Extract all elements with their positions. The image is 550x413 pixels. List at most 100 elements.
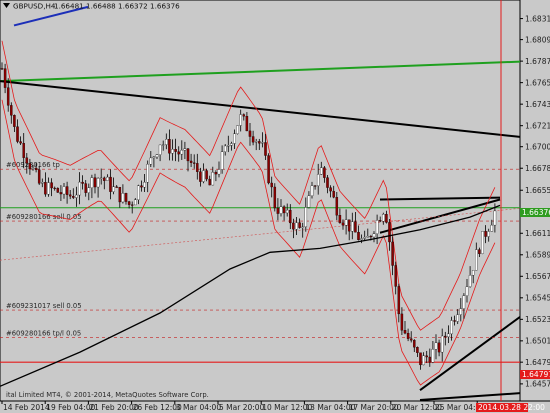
candle-bull <box>165 139 168 145</box>
candle-bear <box>413 340 416 348</box>
candle-bull <box>316 174 320 187</box>
candle-bull <box>158 144 162 155</box>
candle-bear <box>103 177 106 181</box>
price-chart[interactable]: #609280166 sell 0.05#609231017 sell 0.05… <box>0 0 550 413</box>
candle-bull <box>223 145 227 152</box>
price-tick-label: 1.68310 <box>525 14 550 23</box>
candle-bear <box>189 160 193 163</box>
candle-bull <box>47 182 50 195</box>
candle-bear <box>391 241 394 266</box>
candle-bear <box>335 197 339 216</box>
candle-bear <box>332 190 335 198</box>
price-tick-label: 1.66115 <box>525 229 550 238</box>
candle-bear <box>56 188 60 193</box>
moving-average-line <box>0 204 501 387</box>
candle-bear <box>28 163 32 170</box>
candle-bear <box>81 181 84 184</box>
candle-bear <box>298 222 301 228</box>
candle-bear <box>34 167 38 170</box>
candle-bear <box>3 68 7 88</box>
candle-bull <box>152 156 156 159</box>
candle-bear <box>388 222 391 243</box>
candle-bear <box>93 177 97 188</box>
candle-bear <box>245 116 249 132</box>
candle-bull <box>112 186 115 192</box>
candle-bull <box>99 177 103 179</box>
candle-bear <box>400 313 404 331</box>
time-tick-label: 21 Feb 20:00 <box>89 403 138 412</box>
candle-bear <box>273 186 277 209</box>
candle-bear <box>329 187 332 192</box>
candle-bear <box>403 330 407 334</box>
candle-bull <box>239 114 242 126</box>
candle-bull <box>471 270 475 276</box>
candle-bull <box>304 207 308 228</box>
price-tick-label: 1.68095 <box>525 35 550 44</box>
candle-bear <box>53 187 56 189</box>
candle-bear <box>267 155 270 184</box>
candle-bear <box>109 176 112 192</box>
trendline-black-descending <box>0 80 521 138</box>
candle-bear <box>385 214 388 223</box>
candle-bull <box>447 333 450 338</box>
candle-bear <box>205 170 208 180</box>
candle-bear <box>196 163 199 172</box>
candle-bull <box>211 172 215 186</box>
candle-bull <box>121 193 125 203</box>
candle-bear <box>208 178 211 186</box>
time-tick-label: 14 Feb 2014 <box>3 403 50 412</box>
candle-bull <box>295 222 298 230</box>
price-tick-label: 1.67435 <box>525 100 550 109</box>
candle-bear <box>248 130 252 137</box>
candle-bull <box>230 143 233 146</box>
candle-bull <box>307 195 311 208</box>
candle-bull <box>279 206 283 214</box>
candle-bear <box>338 215 342 223</box>
candle-bear <box>419 352 422 366</box>
candle-bear <box>44 182 47 195</box>
candle-bull <box>375 220 379 234</box>
chart-window[interactable]: #609280166 sell 0.05 #609231017 sell 0.05… <box>0 0 550 413</box>
candle-bear <box>453 320 456 322</box>
candle-bear <box>59 192 63 195</box>
candle-bear <box>347 219 351 232</box>
candle-bear <box>276 207 280 214</box>
vertical-line-time-badge: 2014.03.28 22:00 <box>476 403 545 412</box>
candle-bear <box>251 136 255 143</box>
candle-bear <box>264 142 267 156</box>
candle-bull <box>382 214 385 222</box>
candle-bull <box>493 210 497 226</box>
candle-bear <box>192 162 196 164</box>
channel-top-line <box>379 196 501 201</box>
price-tick-label: 1.65675 <box>525 272 550 281</box>
candle-bear <box>425 355 428 358</box>
price-tick-label: 1.67875 <box>525 57 550 66</box>
candle-bear <box>416 347 419 353</box>
candle-bull <box>202 170 205 182</box>
candle-bear <box>258 141 261 144</box>
candle-bull <box>220 151 224 170</box>
candle-bear <box>478 249 481 254</box>
candle-bull <box>440 335 444 353</box>
candle-bull <box>180 149 184 155</box>
price-tick-label: 1.67000 <box>525 143 550 152</box>
price-tick-label: 1.66780 <box>525 164 550 173</box>
candle-bear <box>270 182 273 188</box>
candle-bear <box>65 186 69 195</box>
candle-bull <box>310 185 314 197</box>
candle-bear <box>127 201 131 205</box>
order-level-label: #609280166 tp/l 0.05 <box>6 329 81 337</box>
price-tick-label: 1.65235 <box>525 315 550 324</box>
candle-bear <box>323 167 326 178</box>
candle-bear <box>16 126 19 142</box>
moving-average-layer <box>0 204 501 387</box>
candle-bull <box>261 142 264 144</box>
candle-bear <box>444 335 447 338</box>
candle-bear <box>242 114 246 117</box>
triangle-down-icon[interactable] <box>3 3 10 8</box>
candle-bull <box>456 314 459 322</box>
time-tick-label: 19 Feb 04:00 <box>46 403 95 412</box>
candle-bear <box>394 265 397 287</box>
candle-bull <box>143 181 146 188</box>
candle-bear <box>177 151 180 155</box>
